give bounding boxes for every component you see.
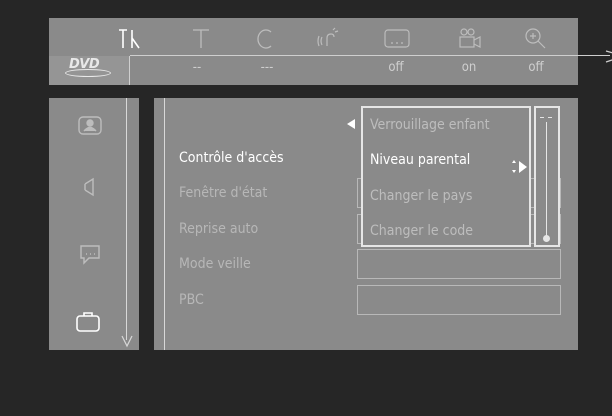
value-slot-standby-mode[interactable]: [357, 249, 561, 279]
menu-item-access-control[interactable]: Contrôle d'accès: [179, 150, 284, 166]
access-control-submenu: Verrouillage enfant Niveau parental Chan…: [361, 106, 531, 247]
camera-angle-icon[interactable]: [454, 24, 484, 54]
arrow-down-icon: [121, 335, 133, 348]
category-panel: [49, 98, 139, 350]
settings-panel: Contrôle d'accès Fenêtre d'état Reprise …: [154, 98, 578, 350]
content-divider: [164, 98, 165, 350]
menu-item-pbc[interactable]: PBC: [179, 292, 204, 308]
clock-icon[interactable]: [250, 24, 280, 54]
speech-icon[interactable]: [73, 238, 107, 272]
sound-icon[interactable]: [313, 24, 343, 54]
setup-tools-icon[interactable]: [115, 24, 145, 54]
menu-item-auto-resume[interactable]: Reprise auto: [179, 221, 258, 237]
value-slot-pbc[interactable]: [357, 285, 561, 315]
submenu-item-change-code[interactable]: Changer le code: [370, 223, 473, 239]
value-angle: on: [461, 60, 477, 75]
toolbar-separator: [130, 55, 610, 56]
dvd-logo: DVD: [65, 57, 111, 77]
submenu-item-parental-level[interactable]: Niveau parental: [370, 152, 470, 168]
submenu-item-child-lock[interactable]: Verrouillage enfant: [370, 117, 490, 133]
value-subtitle: off: [388, 60, 404, 75]
menu-item-status-window[interactable]: Fenêtre d'état: [179, 185, 267, 201]
top-toolbar: DVD -- --- off on off: [49, 18, 612, 85]
speaker-icon[interactable]: [73, 170, 107, 204]
up-down-right-arrows-icon[interactable]: [508, 159, 528, 175]
category-scroll-line: [126, 98, 127, 340]
submenu-item-change-country[interactable]: Changer le pays: [370, 188, 472, 204]
subtitle-icon[interactable]: [382, 24, 412, 54]
scrollbar-thumb[interactable]: [543, 235, 550, 242]
dvd-logo-text: DVD: [69, 57, 100, 72]
picture-icon[interactable]: [73, 110, 107, 144]
value-text: --: [192, 60, 202, 75]
briefcase-icon[interactable]: [71, 304, 105, 338]
value-clock: ---: [260, 60, 274, 75]
text-icon[interactable]: [186, 24, 216, 54]
arrow-right-icon: [605, 50, 612, 63]
submenu-scrollbar[interactable]: [534, 106, 560, 247]
triangle-left-icon: [347, 119, 355, 129]
zoom-icon[interactable]: [521, 24, 551, 54]
toolbar-divider: [129, 56, 130, 85]
menu-item-standby-mode[interactable]: Mode veille: [179, 256, 251, 272]
value-zoom: off: [528, 60, 544, 75]
